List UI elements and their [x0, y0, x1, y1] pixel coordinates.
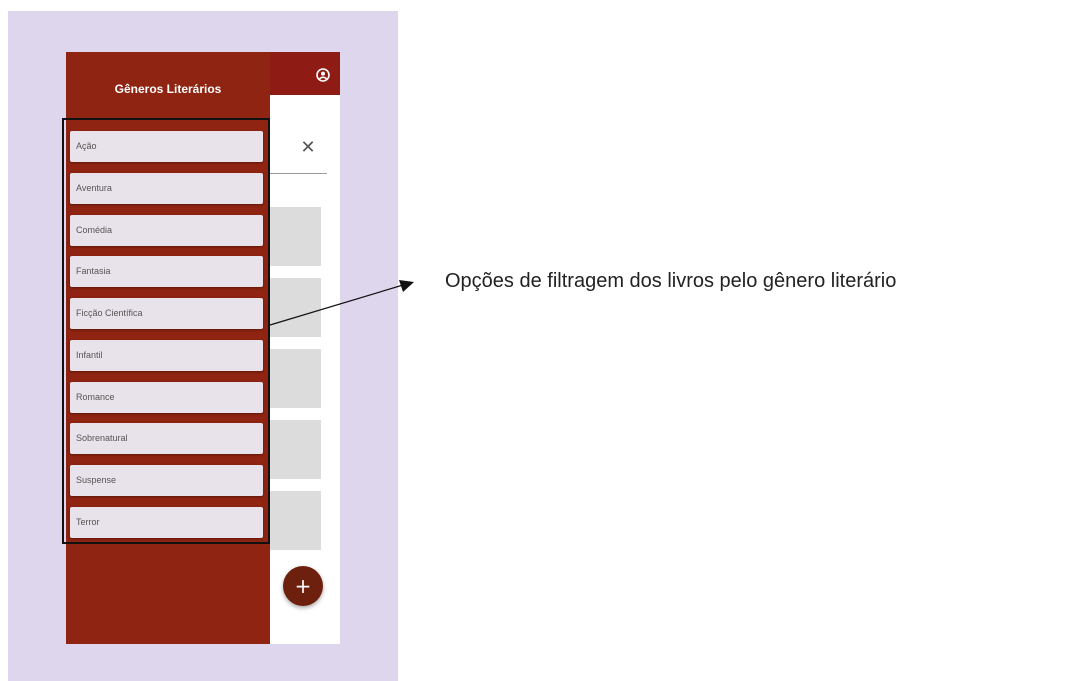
genre-item-romance[interactable]: Romance — [70, 381, 263, 413]
genre-list: Ação Aventura Comédia Fantasia Ficção Ci… — [70, 131, 271, 549]
genre-item-acao[interactable]: Ação — [70, 131, 263, 162]
annotation-text: Opções de filtragem dos livros pelo gêne… — [445, 270, 897, 292]
book-card[interactable] — [270, 349, 321, 408]
book-card[interactable] — [270, 207, 321, 266]
genre-item-ficcao-cientifica[interactable]: Ficção Científica — [70, 298, 263, 329]
genre-item-sobrenatural[interactable]: Sobrenatural — [70, 423, 263, 455]
genre-drawer: Gêneros Literários Ação Aventura Comédia… — [66, 52, 270, 644]
genre-item-infantil[interactable]: Infantil — [70, 339, 263, 371]
app-screen: ✕ + Gêneros Literários Ação Aventura Com… — [66, 52, 340, 644]
genre-item-suspense[interactable]: Suspense — [70, 465, 263, 496]
book-card[interactable] — [270, 491, 321, 550]
genre-item-comedia[interactable]: Comédia — [70, 214, 263, 246]
genre-item-fantasia[interactable]: Fantasia — [70, 256, 263, 288]
search-field-underline — [270, 173, 327, 174]
add-book-button[interactable]: + — [283, 566, 323, 606]
close-icon[interactable]: ✕ — [298, 138, 318, 158]
genre-item-terror[interactable]: Terror — [70, 506, 263, 538]
book-card[interactable] — [270, 278, 321, 337]
account-circle-icon[interactable] — [316, 68, 330, 82]
plus-icon: + — [294, 574, 312, 598]
genre-item-aventura[interactable]: Aventura — [70, 172, 263, 204]
drawer-title: Gêneros Literários — [114, 82, 222, 96]
book-card[interactable] — [270, 420, 321, 479]
app-top-bar — [270, 52, 340, 95]
